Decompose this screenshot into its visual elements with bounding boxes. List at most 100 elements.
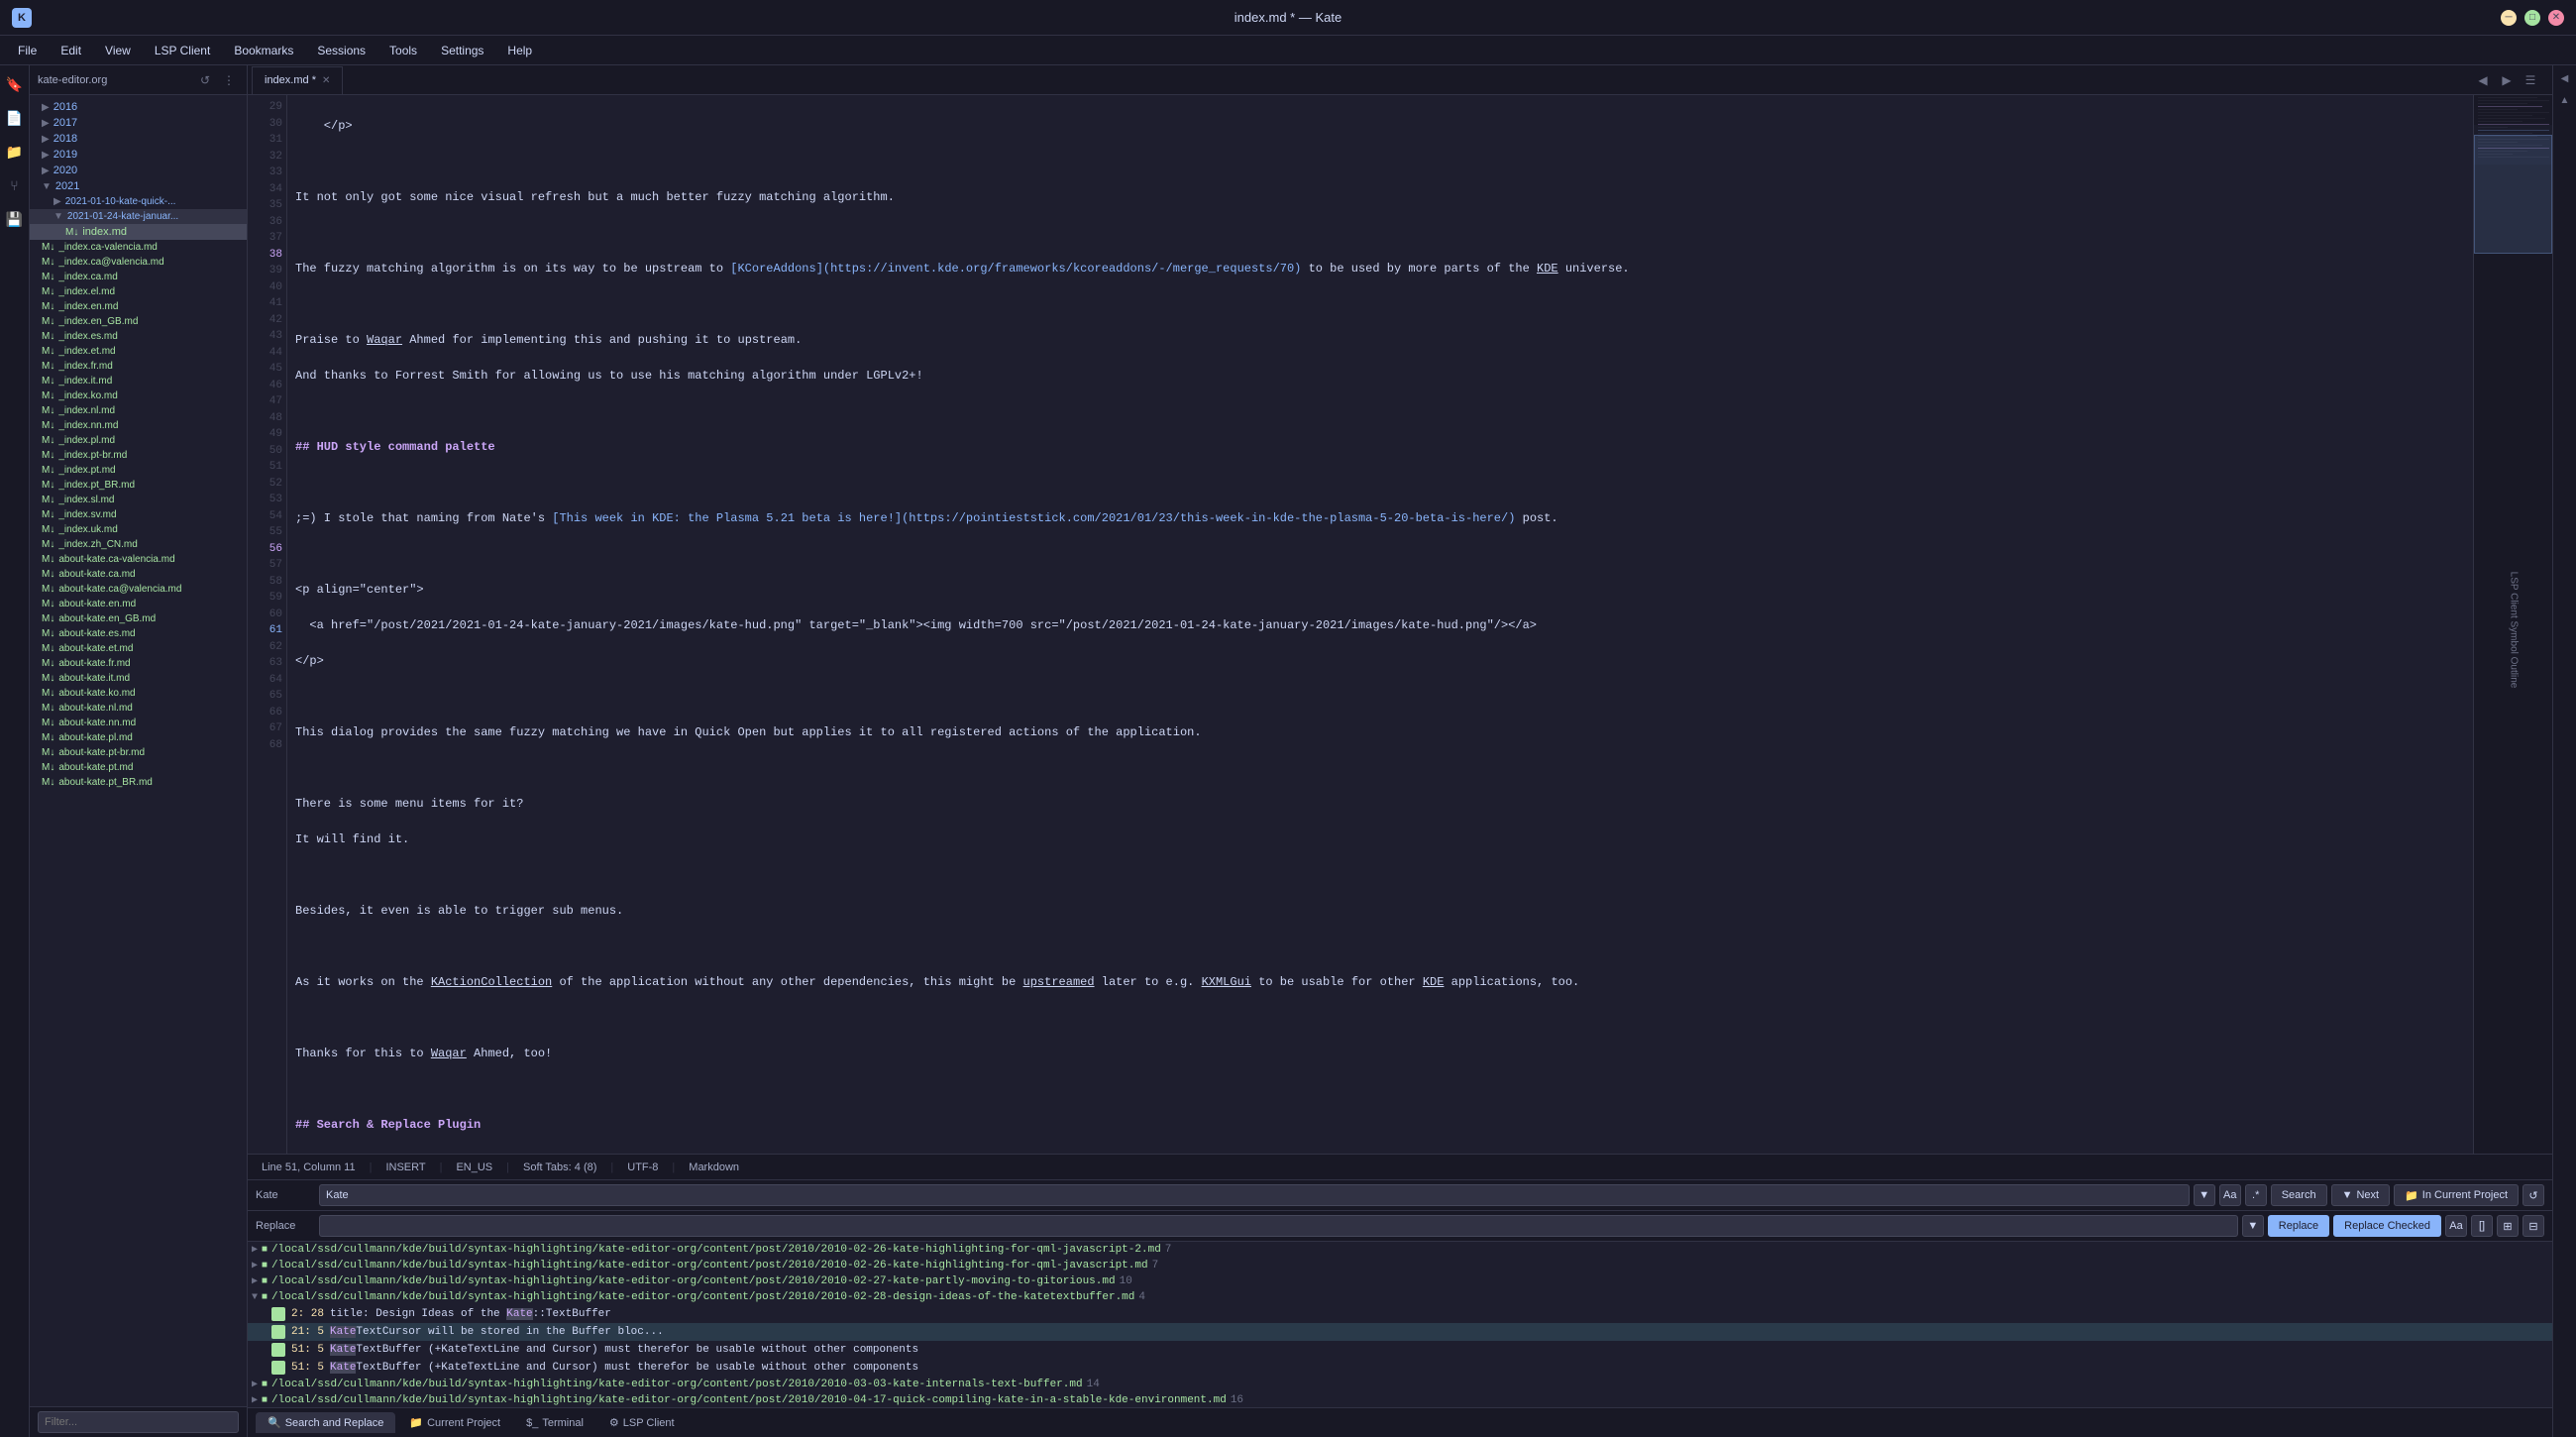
search-case-sensitive[interactable]: Aa [2219, 1184, 2241, 1206]
replace-option-2[interactable]: [] [2471, 1215, 2493, 1237]
tab-menu-button[interactable]: ☰ [2521, 70, 2540, 90]
minimap[interactable]: LSP Client Symbol Outline [2473, 95, 2552, 1154]
result-file-2[interactable]: ▶ ■ /local/ssd/cullmann/kde/build/syntax… [248, 1258, 2552, 1273]
tree-item-jan24[interactable]: ▼2021-01-24-kate-januar... [30, 209, 247, 224]
close-button[interactable]: ✕ [2548, 10, 2564, 26]
menu-bookmarks[interactable]: Bookmarks [224, 40, 303, 61]
maximize-button[interactable]: □ [2524, 10, 2540, 26]
tab-search-replace[interactable]: 🔍 Search and Replace [256, 1412, 395, 1433]
sidebar-icon-filesystem[interactable]: 💾 [4, 208, 26, 230]
tree-item-about-pl[interactable]: M↓about-kate.pl.md [30, 730, 247, 745]
tree-item-about-pt-br[interactable]: M↓about-kate.pt-br.md [30, 745, 247, 760]
menu-file[interactable]: File [8, 40, 47, 61]
sidebar-icon-git[interactable]: ⑂ [4, 174, 26, 196]
tab-prev-button[interactable]: ◀ [2473, 70, 2493, 90]
tree-item-zh-cn[interactable]: M↓_index.zh_CN.md [30, 537, 247, 552]
tree-item-ca-val[interactable]: M↓_index.ca-valencia.md [30, 240, 247, 255]
sidebar-icon-documents[interactable]: 📄 [4, 107, 26, 129]
tree-item-es[interactable]: M↓_index.es.md [30, 329, 247, 344]
replace-collapse-button[interactable]: ⊟ [2522, 1215, 2544, 1237]
tab-next-button[interactable]: ▶ [2497, 70, 2517, 90]
tree-item-ca-at-val[interactable]: M↓_index.ca@valencia.md [30, 255, 247, 270]
tree-item-it[interactable]: M↓_index.it.md [30, 374, 247, 388]
menu-edit[interactable]: Edit [51, 40, 91, 61]
tree-item-2019[interactable]: ▶2019 [30, 147, 247, 163]
tab-lsp-client[interactable]: ⚙ LSP Client [597, 1412, 687, 1433]
tab-index-md[interactable]: index.md * ✕ [252, 66, 343, 94]
result-match-4-4[interactable]: 51: 5 KateTextBuffer (+KateTextLine and … [248, 1359, 2552, 1377]
tree-item-pl[interactable]: M↓_index.pl.md [30, 433, 247, 448]
editor-text[interactable]: </p> It not only got some nice visual re… [287, 95, 2473, 1154]
result-file-6[interactable]: ▶ ■ /local/ssd/cullmann/kde/build/syntax… [248, 1392, 2552, 1407]
tree-item-about-it[interactable]: M↓about-kate.it.md [30, 671, 247, 686]
filetree-filter-input[interactable] [38, 1411, 239, 1433]
tree-item-nl[interactable]: M↓_index.nl.md [30, 403, 247, 418]
menu-sessions[interactable]: Sessions [307, 40, 376, 61]
tree-item-2020[interactable]: ▶2020 [30, 163, 247, 178]
match-checkbox-4-2[interactable] [271, 1325, 285, 1339]
search-options-toggle[interactable]: ▼ [2194, 1184, 2215, 1206]
result-file-5[interactable]: ▶ ■ /local/ssd/cullmann/kde/build/syntax… [248, 1377, 2552, 1392]
filetree-refresh-button[interactable]: ↺ [195, 70, 215, 90]
tab-close-button[interactable]: ✕ [322, 75, 330, 86]
tree-item-about-es[interactable]: M↓about-kate.es.md [30, 626, 247, 641]
match-checkbox-4-1[interactable] [271, 1307, 285, 1321]
tree-item-about-en[interactable]: M↓about-kate.en.md [30, 597, 247, 611]
tree-item-about-nl[interactable]: M↓about-kate.nl.md [30, 701, 247, 716]
tree-item-ca[interactable]: M↓_index.ca.md [30, 270, 247, 284]
replace-options-toggle[interactable]: ▼ [2242, 1215, 2264, 1237]
search-refresh-button[interactable]: ↺ [2522, 1184, 2544, 1206]
tree-item-sl[interactable]: M↓_index.sl.md [30, 493, 247, 507]
filetree-options-button[interactable]: ⋮ [219, 70, 239, 90]
tree-item-pt[interactable]: M↓_index.pt.md [30, 463, 247, 478]
tree-item-sv[interactable]: M↓_index.sv.md [30, 507, 247, 522]
tree-item-nn[interactable]: M↓_index.nn.md [30, 418, 247, 433]
tree-item-2016[interactable]: ▶2016 [30, 99, 247, 115]
result-file-4[interactable]: ▼ ■ /local/ssd/cullmann/kde/build/syntax… [248, 1289, 2552, 1305]
menu-settings[interactable]: Settings [431, 40, 493, 61]
replace-option-1[interactable]: Aa [2445, 1215, 2467, 1237]
tree-item-ko[interactable]: M↓_index.ko.md [30, 388, 247, 403]
tree-item-about-pt[interactable]: M↓about-kate.pt.md [30, 760, 247, 775]
tree-item-fr[interactable]: M↓_index.fr.md [30, 359, 247, 374]
sidebar-icon-projects[interactable]: 📁 [4, 141, 26, 163]
tree-item-about-pt-BR[interactable]: M↓about-kate.pt_BR.md [30, 775, 247, 790]
right-panel-icon-2[interactable]: ▲ [2556, 91, 2574, 109]
tree-item-pt-br[interactable]: M↓_index.pt-br.md [30, 448, 247, 463]
tree-item-about-ca-val[interactable]: M↓about-kate.ca-valencia.md [30, 552, 247, 567]
encoding-indicator[interactable]: UTF-8 [621, 1161, 664, 1173]
tree-item-jan10[interactable]: ▶2021-01-10-kate-quick-... [30, 194, 247, 209]
menu-lsp-client[interactable]: LSP Client [145, 40, 220, 61]
tree-item-index-md[interactable]: M↓index.md [30, 224, 247, 240]
tree-item-2018[interactable]: ▶2018 [30, 131, 247, 147]
tree-item-en-gb[interactable]: M↓_index.en_GB.md [30, 314, 247, 329]
results-panel[interactable]: ▶ ■ /local/ssd/cullmann/kde/build/syntax… [248, 1242, 2552, 1407]
in-current-project-button[interactable]: 📁 In Current Project [2394, 1184, 2519, 1206]
search-regex[interactable]: .* [2245, 1184, 2267, 1206]
result-file-1[interactable]: ▶ ■ /local/ssd/cullmann/kde/build/syntax… [248, 1242, 2552, 1258]
result-match-4-3[interactable]: 51: 5 KateTextBuffer (+KateTextLine and … [248, 1341, 2552, 1359]
tree-item-pt-BR[interactable]: M↓_index.pt_BR.md [30, 478, 247, 493]
search-button[interactable]: Search [2271, 1184, 2327, 1206]
language-indicator[interactable]: EN_US [450, 1161, 498, 1173]
tab-info[interactable]: Soft Tabs: 4 (8) [517, 1161, 602, 1173]
tree-item-et[interactable]: M↓_index.et.md [30, 344, 247, 359]
replace-checked-button[interactable]: Replace Checked [2333, 1215, 2441, 1237]
tree-item-el[interactable]: M↓_index.el.md [30, 284, 247, 299]
menu-help[interactable]: Help [497, 40, 542, 61]
tree-item-about-fr[interactable]: M↓about-kate.fr.md [30, 656, 247, 671]
search-input[interactable] [319, 1184, 2190, 1206]
result-file-3[interactable]: ▶ ■ /local/ssd/cullmann/kde/build/syntax… [248, 1273, 2552, 1289]
tree-item-about-et[interactable]: M↓about-kate.et.md [30, 641, 247, 656]
tree-item-2021[interactable]: ▼2021 [30, 178, 247, 194]
menu-tools[interactable]: Tools [379, 40, 427, 61]
sidebar-icon-bookmarks[interactable]: 🔖 [4, 73, 26, 95]
tree-item-about-nn[interactable]: M↓about-kate.nn.md [30, 716, 247, 730]
tree-item-2017[interactable]: ▶2017 [30, 115, 247, 131]
replace-button[interactable]: Replace [2268, 1215, 2329, 1237]
replace-input[interactable] [319, 1215, 2238, 1237]
replace-expand-button[interactable]: ⊞ [2497, 1215, 2519, 1237]
result-match-4-2[interactable]: 21: 5 KateTextCursor will be stored in t… [248, 1323, 2552, 1341]
next-button[interactable]: ▼ Next [2331, 1184, 2391, 1206]
syntax-indicator[interactable]: Markdown [683, 1161, 745, 1173]
